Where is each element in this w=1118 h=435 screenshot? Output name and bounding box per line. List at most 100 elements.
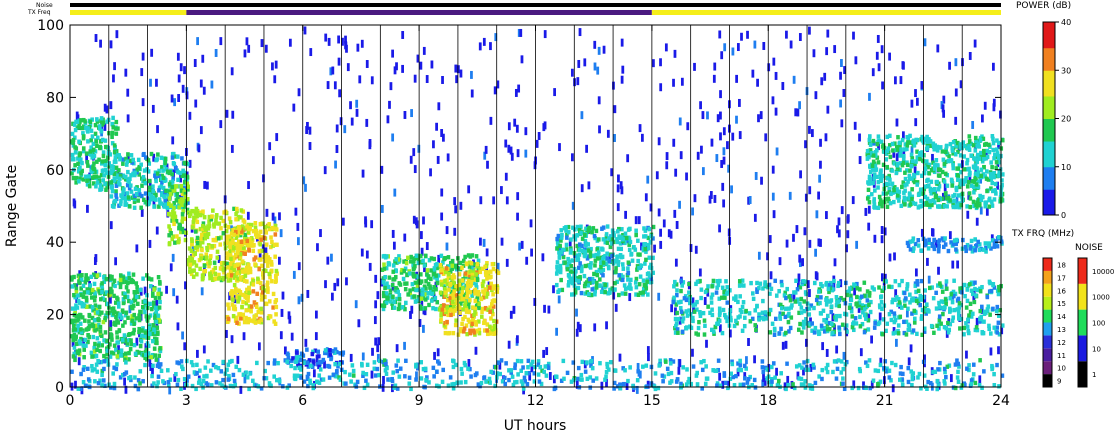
echo-point — [860, 294, 864, 299]
echo-point — [553, 88, 556, 97]
echo-point — [111, 115, 115, 121]
echo-point — [175, 234, 179, 239]
echo-point — [871, 153, 876, 158]
echo-point — [602, 45, 606, 54]
echo-point — [583, 281, 588, 286]
echo-point — [345, 277, 348, 286]
echo-point — [846, 230, 850, 239]
echo-point — [789, 305, 793, 310]
echo-point — [419, 306, 423, 311]
echo-point — [365, 118, 369, 127]
echo-point — [271, 291, 276, 297]
echo-point — [143, 181, 148, 186]
echo-point — [900, 163, 905, 168]
echo-point — [915, 97, 919, 106]
echo-point — [630, 258, 635, 263]
echo-point — [659, 58, 662, 67]
echo-point — [839, 99, 843, 108]
echo-point — [758, 281, 763, 286]
echo-point — [152, 204, 156, 209]
echo-point — [600, 381, 604, 390]
echo-point — [271, 62, 274, 71]
echo-point — [466, 284, 470, 290]
echo-point — [113, 283, 117, 289]
echo-point — [597, 96, 601, 105]
echo-point — [715, 154, 719, 163]
echo-point — [973, 148, 978, 153]
echo-point — [965, 146, 970, 151]
echo-point — [199, 79, 203, 88]
echo-point — [867, 155, 871, 160]
echo-point — [330, 253, 333, 262]
echo-point — [244, 308, 249, 313]
echo-point — [950, 145, 955, 151]
echo-point — [583, 58, 587, 67]
echo-point — [95, 336, 100, 341]
echo-point — [872, 202, 877, 207]
echo-point — [474, 272, 478, 277]
echo-point — [644, 257, 648, 262]
echo-point — [429, 298, 434, 303]
echo-point — [757, 317, 761, 322]
echo-point — [198, 266, 202, 271]
echo-point — [710, 292, 715, 297]
echo-point — [755, 303, 759, 309]
echo-point — [246, 298, 250, 303]
echo-point — [245, 224, 249, 229]
echo-point — [344, 40, 347, 49]
echo-point — [95, 347, 99, 352]
echo-point — [259, 297, 264, 302]
echo-point — [403, 341, 406, 350]
echo-point — [90, 155, 95, 160]
echo-point — [930, 202, 934, 208]
echo-point — [453, 197, 457, 206]
echo-point — [70, 284, 75, 289]
echo-point — [115, 335, 120, 340]
echo-point — [672, 284, 676, 289]
echo-point — [317, 354, 321, 359]
echo-point — [953, 152, 958, 157]
echo-point — [174, 165, 178, 171]
echo-point — [156, 313, 160, 318]
echo-point — [620, 186, 624, 195]
echo-point — [440, 129, 444, 137]
echo-point — [112, 74, 115, 83]
echo-point — [829, 304, 834, 309]
echo-point — [243, 251, 247, 256]
echo-point — [870, 285, 875, 290]
echo-point — [949, 374, 953, 383]
echo-point — [83, 119, 87, 124]
echo-point — [157, 305, 162, 310]
echo-point — [70, 334, 74, 339]
txfreq-bar-label: TX Freq — [27, 9, 51, 16]
echo-point — [454, 265, 458, 270]
echo-point — [762, 315, 766, 321]
echo-point — [837, 217, 841, 226]
echo-point — [425, 242, 429, 251]
echo-point — [924, 159, 929, 164]
echo-point — [720, 51, 724, 60]
echo-point — [873, 188, 877, 193]
echo-point — [435, 280, 440, 286]
echo-point — [121, 300, 126, 306]
echo-point — [126, 114, 130, 123]
echo-point — [243, 273, 248, 278]
echo-point — [885, 321, 890, 326]
echo-point — [134, 191, 139, 197]
echo-point — [918, 204, 922, 209]
echo-point — [798, 301, 802, 307]
echo-point — [883, 227, 887, 236]
echo-point — [279, 331, 283, 340]
echo-point — [974, 157, 978, 162]
echo-point — [892, 187, 896, 193]
echo-point — [862, 280, 867, 285]
echo-point — [268, 142, 272, 151]
echo-point — [1000, 172, 1005, 177]
echo-point — [73, 163, 77, 168]
echo-point — [121, 161, 125, 166]
echo-point — [157, 295, 162, 300]
echo-point — [110, 130, 115, 135]
echo-point — [934, 158, 939, 163]
echo-point — [381, 254, 386, 259]
echo-point — [112, 343, 117, 348]
